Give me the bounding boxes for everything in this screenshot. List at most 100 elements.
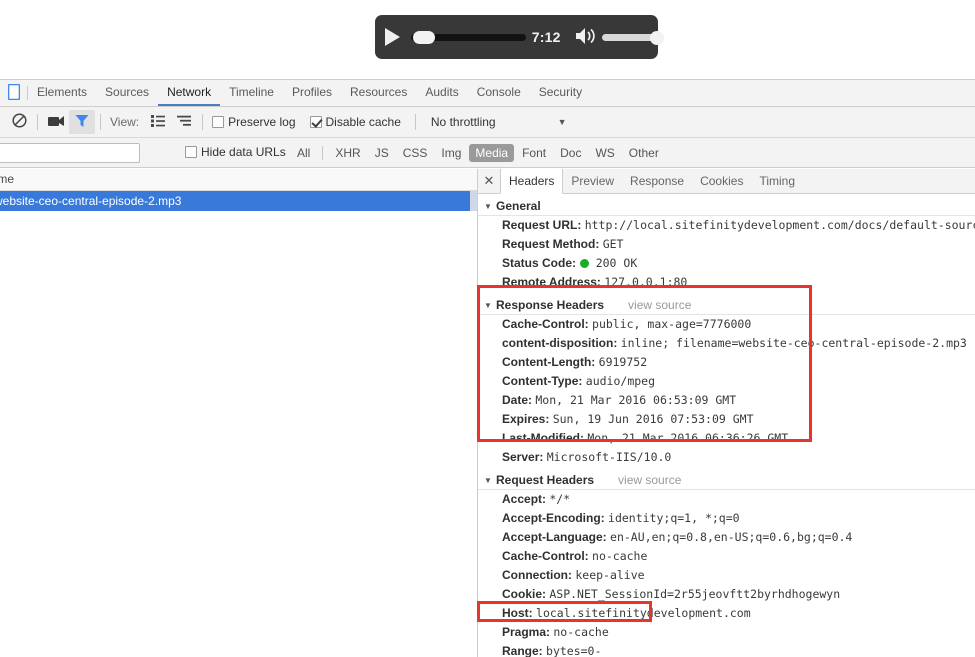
toolbar-divider: [37, 114, 38, 130]
header-value: audio/mpeg: [585, 374, 656, 388]
view-list-button[interactable]: [145, 110, 171, 134]
tab-headers[interactable]: Headers: [500, 169, 564, 194]
filter-ws[interactable]: WS: [589, 144, 620, 162]
response-headers-section-header[interactable]: ▼ Response Headers view source: [478, 296, 975, 315]
header-value: en-AU,en;q=0.8,en-US;q=0.6,bg;q=0.4: [610, 530, 853, 544]
header-key: Content-Length:: [502, 355, 596, 369]
triangle-down-icon: ▼: [484, 475, 492, 485]
tab-label: Profiles: [291, 85, 332, 99]
tab-label: Security: [538, 85, 583, 99]
play-button[interactable]: [375, 15, 409, 59]
tab-timing[interactable]: Timing: [751, 169, 803, 193]
view-waterfall-icon: [176, 115, 192, 130]
filter-css[interactable]: CSS: [397, 144, 434, 162]
filter-font[interactable]: Font: [516, 144, 552, 162]
tab-resources[interactable]: Resources: [341, 80, 416, 106]
tab-profiles[interactable]: Profiles: [283, 80, 341, 106]
filter-other[interactable]: Other: [623, 144, 665, 162]
throttling-dropdown[interactable]: No throttling ▼: [431, 115, 567, 129]
header-value: no-cache: [553, 625, 609, 639]
header-key: Remote Address:: [502, 275, 601, 289]
view-label: View:: [110, 115, 140, 129]
progress-thumb[interactable]: [413, 31, 436, 44]
header-row: Last-Modified: Mon, 21 Mar 2016 06:36:26…: [478, 429, 975, 448]
tab-network[interactable]: Network: [158, 80, 221, 106]
tab-security[interactable]: Security: [530, 80, 591, 106]
tab-console[interactable]: Console: [468, 80, 530, 106]
header-row: Host: local.sitefinitydevelopment.com: [478, 604, 975, 623]
filter-toggle-button[interactable]: [69, 110, 95, 134]
close-button[interactable]: ✕: [478, 169, 500, 193]
clear-button[interactable]: [6, 110, 32, 134]
disable-cache-checkbox[interactable]: Disable cache: [309, 115, 401, 129]
volume-slider[interactable]: [602, 31, 665, 45]
filter-media[interactable]: Media: [469, 143, 515, 162]
volume-thumb[interactable]: [650, 31, 665, 45]
header-value: local.sitefinitydevelopment.com: [536, 606, 751, 620]
filter-icon: [75, 114, 89, 131]
network-toolbar: View: Preserve log Disable cache No thro…: [0, 107, 975, 138]
header-value: no-cache: [592, 549, 648, 563]
hide-data-urls-checkbox[interactable]: Hide data URLs: [185, 145, 286, 159]
tab-audits[interactable]: Audits: [416, 80, 467, 106]
header-value: inline; filename=website-ceo-central-epi…: [620, 336, 967, 350]
header-row: Date: Mon, 21 Mar 2016 06:53:09 GMT: [478, 391, 975, 410]
volume-icon: [575, 27, 599, 48]
header-key: Cookie:: [502, 587, 547, 601]
record-button[interactable]: [43, 110, 69, 134]
toolbar-divider: [202, 114, 204, 130]
header-key: Host:: [502, 606, 533, 620]
tab-response[interactable]: Response: [622, 169, 692, 193]
filter-js[interactable]: JS: [369, 144, 395, 162]
header-key: Accept:: [502, 492, 547, 506]
tab-elements[interactable]: Elements: [28, 80, 96, 106]
header-row: Connection: keep-alive: [478, 566, 975, 585]
view-waterfall-button[interactable]: [171, 110, 197, 134]
tab-label: Timeline: [229, 85, 274, 99]
table-row[interactable]: website-ceo-central-episode-2.mp3: [0, 191, 477, 211]
device-toolbar-toggle-button[interactable]: [0, 80, 27, 106]
tab-timeline[interactable]: Timeline: [220, 80, 283, 106]
headers-content: ▼ General Request URL: http://local.site…: [478, 194, 975, 657]
horizontal-scrollbar[interactable]: [470, 191, 477, 211]
header-row: Status Code: 200 OK: [478, 254, 975, 273]
filter-input[interactable]: [0, 142, 140, 163]
header-row: Accept-Language: en-AU,en;q=0.8,en-US;q=…: [478, 528, 975, 547]
filter-img[interactable]: Img: [435, 144, 467, 162]
header-row: Server: Microsoft-IIS/10.0: [478, 448, 975, 467]
header-value: http://local.sitefinitydevelopment.com/d…: [584, 218, 975, 232]
chevron-down-icon: ▼: [557, 117, 567, 127]
volume-button[interactable]: [571, 15, 602, 59]
header-key: Accept-Encoding:: [502, 511, 605, 525]
tab-preview[interactable]: Preview: [563, 169, 622, 193]
request-headers-section-header[interactable]: ▼ Request Headers view source: [478, 471, 975, 490]
triangle-down-icon: ▼: [484, 201, 492, 211]
filter-doc[interactable]: Doc: [554, 144, 587, 162]
header-row: Accept: */*: [478, 490, 975, 509]
filter-all[interactable]: All: [291, 144, 316, 162]
view-source-link[interactable]: view source: [618, 473, 681, 487]
tab-cookies[interactable]: Cookies: [692, 169, 751, 193]
header-row: Content-Length: 6919752: [478, 353, 975, 372]
resource-type-filters: All XHR JS CSS Img Media Font Doc WS Oth…: [290, 138, 666, 168]
general-section-header[interactable]: ▼ General: [478, 197, 975, 216]
toolbar-divider: [414, 114, 416, 130]
disable-cache-label: Disable cache: [325, 115, 401, 129]
header-value: GET: [602, 237, 624, 251]
filter-xhr[interactable]: XHR: [329, 144, 366, 162]
header-key: Server:: [502, 450, 544, 464]
header-key: Request URL:: [502, 218, 582, 232]
view-source-link[interactable]: view source: [628, 298, 691, 312]
tab-sources[interactable]: Sources: [96, 80, 158, 106]
column-header-name[interactable]: Name: [0, 172, 14, 186]
header-value: 200 OK: [595, 256, 638, 270]
audio-player[interactable]: 7:12: [375, 15, 665, 59]
header-row: Cookie: ASP.NET_SessionId=2r55jeovftt2by…: [478, 585, 975, 604]
response-headers-section: ▼ Response Headers view source Cache-Con…: [478, 296, 975, 467]
playback-progress-slider[interactable]: [411, 31, 527, 44]
preserve-log-checkbox[interactable]: Preserve log: [212, 115, 296, 129]
preserve-log-label: Preserve log: [228, 115, 296, 129]
checkbox-box: [185, 145, 197, 158]
header-row: Request Method: GET: [478, 235, 975, 254]
header-key: Pragma:: [502, 625, 551, 639]
